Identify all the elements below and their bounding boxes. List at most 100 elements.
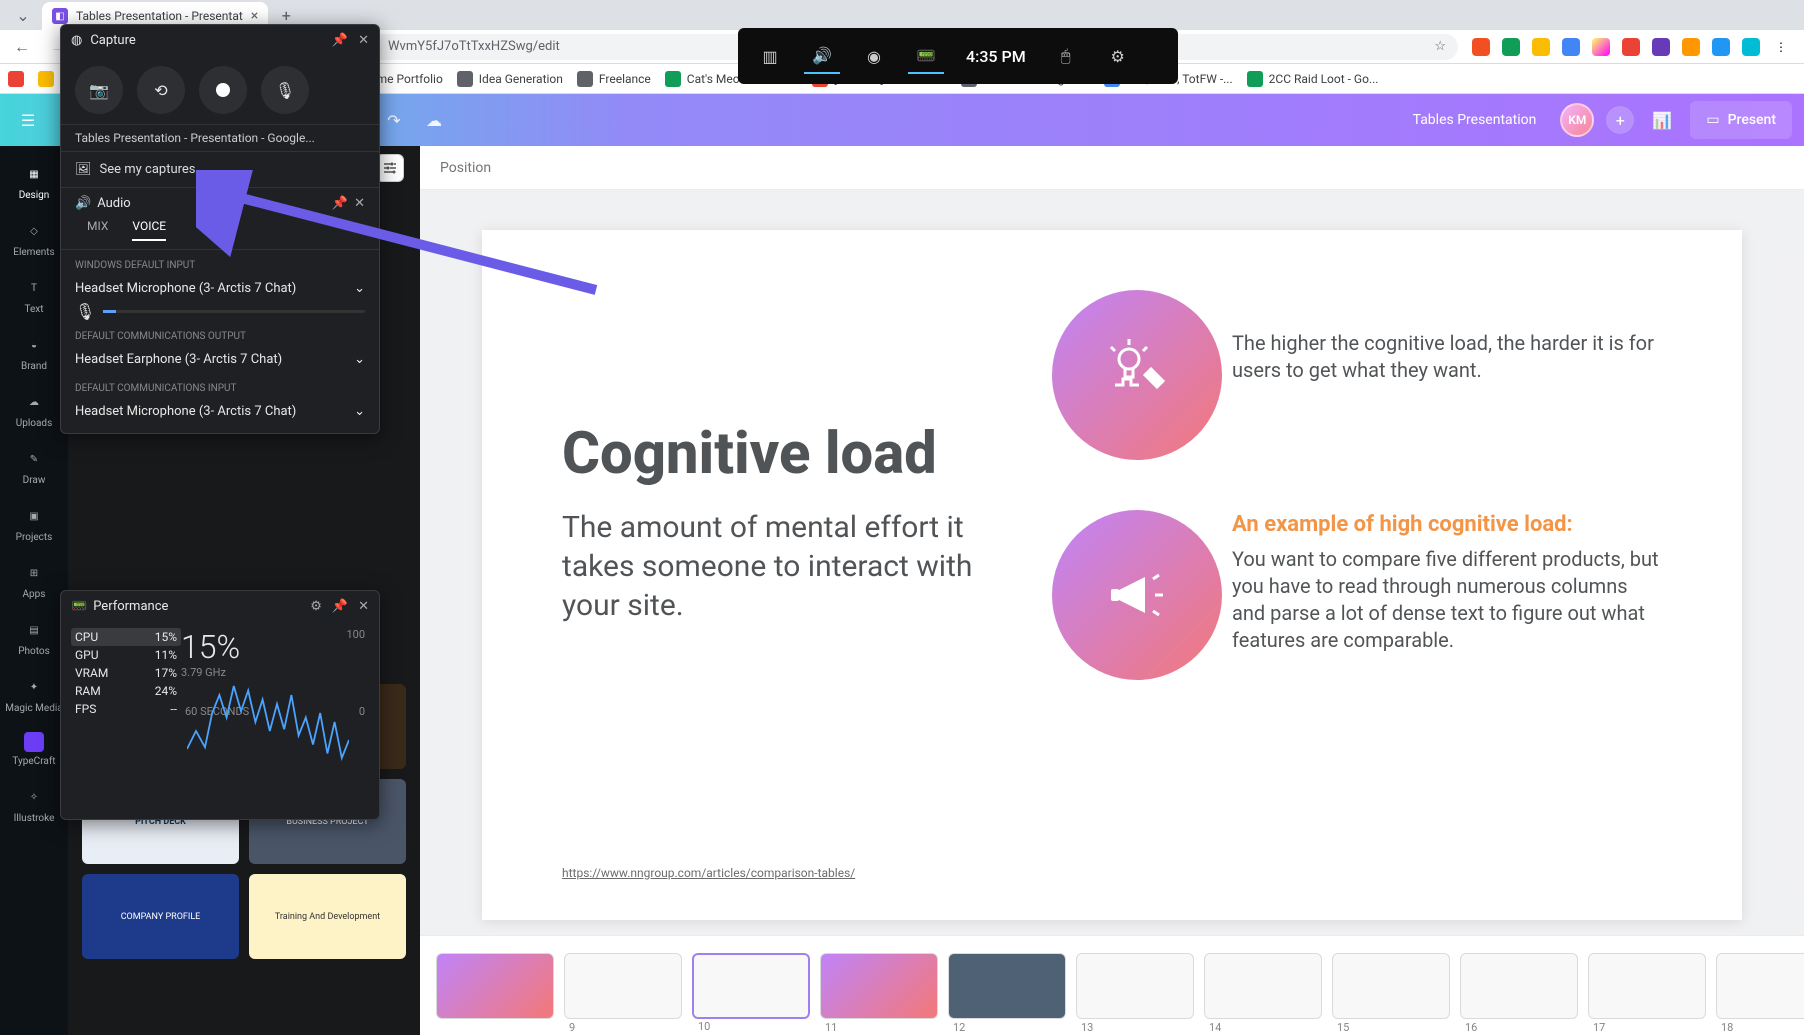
slide-thumb[interactable] (436, 953, 554, 1019)
slide-subtitle[interactable]: The amount of mental effort it takes som… (562, 508, 1022, 625)
options-icon[interactable]: ⚙ (310, 599, 322, 614)
settings-icon[interactable]: ⚙ (1100, 38, 1136, 74)
tab-close-icon[interactable]: × (251, 8, 258, 24)
rail-elements[interactable]: ◇Elements (0, 211, 68, 266)
voice-tab[interactable]: VOICE (132, 219, 166, 241)
slide-text-1[interactable]: The higher the cognitive load, the harde… (1232, 330, 1662, 384)
xbox-game-bar[interactable]: ▥ 🔊 ◉ 📟 4:35 PM 🖱 ⚙ (738, 28, 1178, 84)
canvas-area[interactable]: Cognitive load The amount of mental effo… (420, 190, 1804, 935)
ext-icon[interactable] (1592, 38, 1610, 56)
cpu-row[interactable]: CPU15% (71, 628, 181, 646)
ext-icon[interactable] (1682, 38, 1700, 56)
ext-icon[interactable] (1652, 38, 1670, 56)
slide-thumb[interactable]: 18 (1716, 953, 1804, 1019)
slide-thumb[interactable]: 10 (692, 953, 810, 1019)
screenshot-button[interactable]: 📷 (75, 66, 123, 114)
pin-icon[interactable]: 📌 (332, 599, 348, 614)
slide-source-link[interactable]: https://www.nngroup.com/articles/compari… (562, 866, 855, 880)
slide-thumb[interactable]: 15 (1332, 953, 1450, 1019)
megaphone-icon[interactable] (1052, 510, 1222, 680)
redo-button[interactable]: ↷ (378, 104, 410, 136)
extensions-puzzle-icon[interactable]: ⋮ (1772, 38, 1790, 56)
chevron-down-icon[interactable]: ⌄ (354, 404, 365, 419)
position-button[interactable]: Position (440, 160, 491, 176)
cloud-sync-icon[interactable]: ☁ (418, 104, 450, 136)
slide-thumb[interactable]: 16 (1460, 953, 1578, 1019)
pin-icon[interactable]: 📌 (332, 33, 348, 48)
mix-tab[interactable]: MIX (87, 219, 108, 241)
bookmark-item[interactable]: 2CC Raid Loot - Go... (1247, 71, 1379, 87)
ext-icon[interactable] (1742, 38, 1760, 56)
slide-thumb[interactable]: 9 (564, 953, 682, 1019)
ext-icon[interactable] (1562, 38, 1580, 56)
capture-icon[interactable]: ◉ (856, 38, 892, 74)
vram-row[interactable]: VRAM17% (71, 664, 181, 682)
template-card[interactable]: Training And Development (249, 874, 406, 959)
tab-search-dropdown[interactable]: ⌄ (8, 3, 38, 27)
close-icon[interactable]: ✕ (354, 196, 365, 211)
rail-design[interactable]: ▦Design (0, 154, 68, 209)
menu-icon[interactable]: ☰ (12, 104, 44, 136)
gmail-bookmark[interactable] (8, 71, 24, 87)
ram-row[interactable]: RAM24% (71, 682, 181, 700)
slide-thumb[interactable]: 12 (948, 953, 1066, 1019)
rail-typecraft[interactable]: TypeCraft (0, 724, 68, 775)
fps-row[interactable]: FPS-- (71, 700, 181, 718)
slide-thumb[interactable]: 17 (1588, 953, 1706, 1019)
record-last-button[interactable]: ⟲ (137, 66, 185, 114)
bookmark-item[interactable]: Idea Generation (457, 71, 563, 87)
performance-widget[interactable]: 📟 Performance ⚙ 📌 ✕ CPU15% GPU11% VRAM17… (60, 590, 380, 820)
ext-icon[interactable] (1532, 38, 1550, 56)
ext-icon[interactable] (1502, 38, 1520, 56)
panel-settings-icon[interactable] (376, 154, 404, 182)
slide-text-2[interactable]: An example of high cognitive load: You w… (1232, 510, 1662, 654)
pin-icon[interactable]: 📌 (332, 196, 348, 211)
template-card[interactable]: COMPANY PROFILE (82, 874, 239, 959)
mic-icon[interactable]: 🎙 (75, 302, 95, 321)
chevron-down-icon[interactable]: ⌄ (354, 281, 365, 296)
add-collaborator-button[interactable]: + (1606, 106, 1634, 134)
idea-icon[interactable] (1052, 290, 1222, 460)
see-my-captures-button[interactable]: 🖼 See my captures (61, 151, 379, 187)
capture-widget[interactable]: ◍ Capture 📌 ✕ 📷 ⟲ 🎙 Tables Presentation … (60, 24, 380, 434)
slide-thumb[interactable]: 14 (1204, 953, 1322, 1019)
bookmark-item[interactable] (38, 71, 54, 87)
bookmark-star-icon[interactable]: ☆ (1434, 39, 1446, 54)
slide[interactable]: Cognitive load The amount of mental effo… (482, 230, 1742, 920)
present-button[interactable]: ▭ Present (1690, 101, 1792, 139)
rail-projects[interactable]: ▣Projects (0, 496, 68, 551)
analytics-icon[interactable]: 📊 (1646, 104, 1678, 136)
comm-input-device[interactable]: Headset Microphone (3- Arctis 7 Chat) ⌄ (61, 398, 379, 433)
filmstrip[interactable]: 9 10 11 12 13 14 15 16 17 18 (420, 935, 1804, 1035)
rail-photos[interactable]: ▤Photos (0, 610, 68, 665)
bookmark-item[interactable]: Freelance (577, 71, 651, 87)
record-button[interactable] (199, 66, 247, 114)
chevron-down-icon[interactable]: ⌄ (354, 352, 365, 367)
default-input-device[interactable]: Headset Microphone (3- Arctis 7 Chat) ⌄ (61, 275, 379, 302)
mic-level-meter[interactable] (103, 310, 365, 313)
rail-brand[interactable]: ◒Brand (0, 325, 68, 380)
avatar[interactable]: KM (1560, 103, 1594, 137)
mouse-icon[interactable]: 🖱 (1048, 38, 1084, 74)
rail-magic-media[interactable]: ✦Magic Media (0, 667, 68, 722)
rail-draw[interactable]: ✎Draw (0, 439, 68, 494)
audio-icon[interactable]: 🔊 (804, 38, 840, 74)
rail-uploads[interactable]: ☁Uploads (0, 382, 68, 437)
close-icon[interactable]: ✕ (358, 599, 369, 614)
new-tab-button[interactable]: + (272, 6, 300, 25)
close-icon[interactable]: ✕ (358, 33, 369, 48)
widget-menu-icon[interactable]: ▥ (752, 38, 788, 74)
rail-illustroke[interactable]: ✧Illustroke (0, 777, 68, 832)
gpu-row[interactable]: GPU11% (71, 646, 181, 664)
document-title[interactable]: Tables Presentation (1413, 112, 1537, 128)
ext-icon[interactable] (1622, 38, 1640, 56)
performance-icon[interactable]: 📟 (908, 38, 944, 74)
mic-toggle-button[interactable]: 🎙 (261, 66, 309, 114)
slide-thumb[interactable]: 13 (1076, 953, 1194, 1019)
ext-icon[interactable] (1472, 38, 1490, 56)
ext-icon[interactable] (1712, 38, 1730, 56)
rail-apps[interactable]: ⊞Apps (0, 553, 68, 608)
rail-text[interactable]: TText (0, 268, 68, 323)
comm-output-device[interactable]: Headset Earphone (3- Arctis 7 Chat) ⌄ (61, 346, 379, 373)
back-button[interactable]: ← (8, 33, 36, 61)
